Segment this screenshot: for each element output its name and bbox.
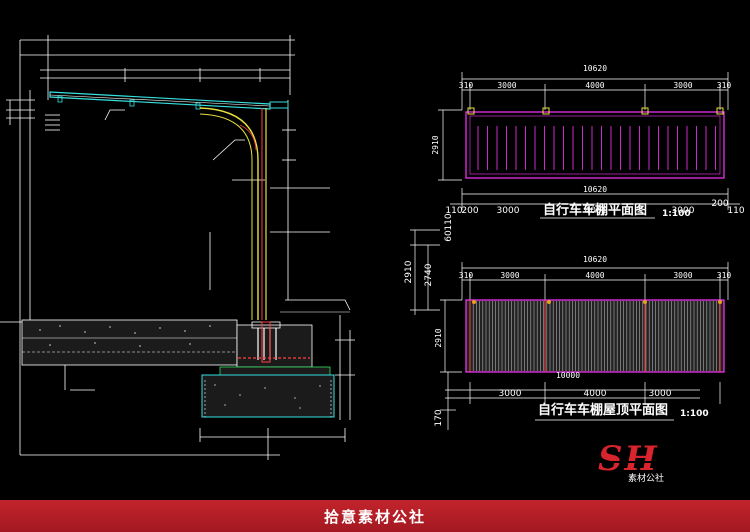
logo-caption: 素材公社 <box>628 472 664 484</box>
roof-side-dim-4: 110 <box>444 213 454 230</box>
plan-posts <box>467 107 724 115</box>
plan-seg-top-3: 4000 <box>585 81 604 90</box>
plan-seg-top-1: 310 <box>459 81 474 90</box>
roof-height: 2910 <box>434 328 443 347</box>
plan-scale: 1:100 <box>662 209 691 219</box>
plan-seg-bottom-7: 110 <box>727 206 744 216</box>
roof-seg-top-3: 4000 <box>585 271 604 280</box>
roof-seg-bottom-2: 4000 <box>584 389 607 399</box>
plan-seg-top-5: 310 <box>717 81 732 90</box>
plan-seg-bottom-2: 200 <box>461 206 478 216</box>
roof-seg-top-1: 310 <box>459 271 474 280</box>
logo-mark: SH <box>598 439 659 479</box>
roof-side-dim-5: 170 <box>434 409 444 426</box>
plan-outline <box>465 111 725 179</box>
plan-title: 自行车车棚平面图 <box>543 202 647 218</box>
roof-plan-view: 10620 310 3000 4000 3000 310 2910 2740 6… <box>404 213 731 430</box>
footer-banner: 拾意素材公社 <box>0 500 750 532</box>
plan-inner-outline <box>469 115 721 175</box>
roof-scale: 1:100 <box>680 409 709 419</box>
canopy-roof <box>49 91 289 110</box>
roof-total-top: 10620 <box>583 255 607 264</box>
plan-view: 10620 310 3000 4000 3000 310 2910 10620 … <box>431 64 745 219</box>
section-detail <box>0 35 355 460</box>
sh-logo: SH 素材公社 <box>598 439 665 484</box>
roof-seg-top-2: 3000 <box>500 271 519 280</box>
roof-title: 自行车车棚屋顶平面图 <box>538 402 668 418</box>
roof-inner-width: 10000 <box>556 371 580 380</box>
plan-seg-top-2: 3000 <box>497 81 516 90</box>
roof-seg-bottom-3: 3000 <box>649 389 672 399</box>
plan-total-bottom: 10620 <box>583 185 607 194</box>
plan-rails <box>477 126 716 170</box>
roof-side-dim-2: 2740 <box>424 263 434 286</box>
footer-text: 拾意素材公社 <box>323 507 426 526</box>
plan-seg-bottom-3: 3000 <box>497 206 520 216</box>
roof-seg-top-5: 310 <box>717 271 732 280</box>
plan-total-top: 10620 <box>583 64 607 73</box>
roof-seg-bottom-1: 3000 <box>499 389 522 399</box>
roof-side-dim-1: 2910 <box>404 260 414 283</box>
roof-side-dim-3: 60 <box>444 230 454 242</box>
cad-drawing-canvas: 10620 310 3000 4000 3000 310 2910 10620 … <box>0 35 745 484</box>
plan-seg-top-4: 3000 <box>673 81 692 90</box>
roof-seg-top-4: 3000 <box>673 271 692 280</box>
plan-height: 2910 <box>431 135 440 154</box>
plan-seg-bottom-6: 200 <box>711 199 728 209</box>
